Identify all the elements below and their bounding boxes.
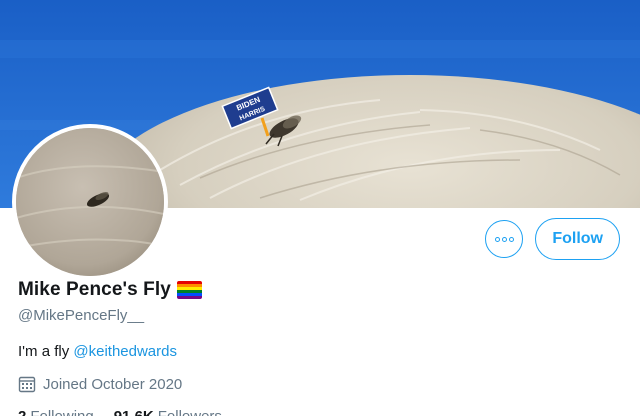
profile-info: Mike Pence's Fly @MikePenceFly__ I'm a f… (18, 278, 618, 416)
bio-text: I'm a fly (18, 343, 74, 360)
profile-bio: I'm a fly @keithedwards (18, 343, 618, 363)
profile-actions: Follow (485, 218, 620, 260)
followers-link[interactable]: 91.6K Followers (114, 408, 222, 416)
following-link[interactable]: 2 Following (18, 408, 94, 416)
name-row: Mike Pence's Fly (18, 278, 618, 302)
followers-count: 91.6K (113, 407, 154, 416)
profile-stats: 2 Following 91.6K Followers (18, 406, 618, 416)
profile-name: Mike Pence's Fly (18, 279, 171, 300)
rainbow-flag-icon (176, 281, 202, 299)
joined-text: Joined October 2020 (43, 375, 183, 393)
joined-date: Joined October 2020 (18, 374, 618, 394)
followers-label: Followers (157, 407, 222, 416)
following-label: Following (30, 407, 94, 416)
following-count: 2 (18, 407, 27, 416)
more-horizontal-icon (494, 236, 515, 242)
follow-button[interactable]: Follow (535, 218, 620, 260)
profile-page: BIDEN HARRIS Follow Mike Pence's Fly @Mi… (0, 0, 640, 416)
calendar-icon (18, 375, 36, 393)
avatar-image (16, 128, 164, 276)
profile-avatar[interactable] (12, 124, 168, 280)
more-options-button[interactable] (485, 220, 524, 258)
bio-mention-link[interactable]: @keithedwards (73, 343, 177, 360)
profile-handle: @MikePenceFly__ (18, 307, 145, 324)
